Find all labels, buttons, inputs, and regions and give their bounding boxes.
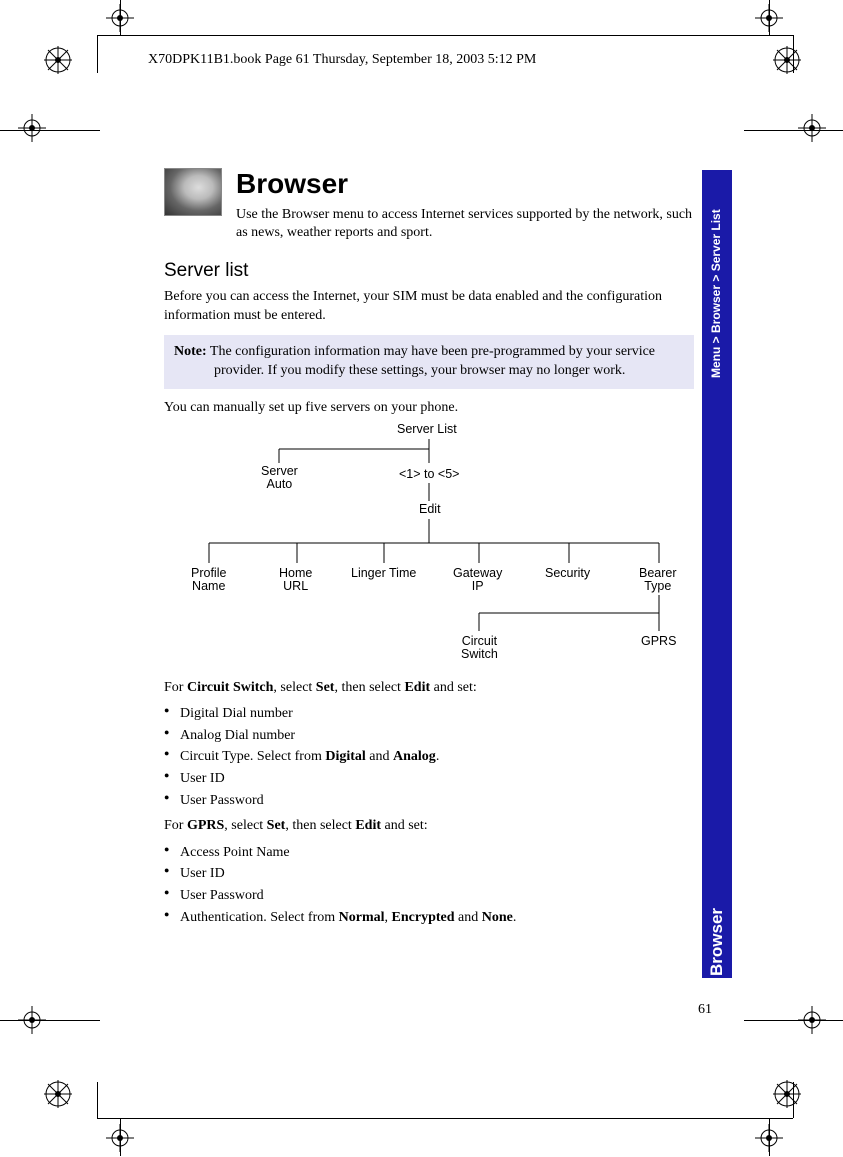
note-prefix: Note: <box>174 344 207 359</box>
page-number: 61 <box>698 1002 712 1018</box>
body-paragraph: You can manually set up five servers on … <box>164 399 694 417</box>
list-item: Circuit Type. Select from Digital and An… <box>164 746 694 768</box>
list-item: Digital Dial number <box>164 703 694 725</box>
crop-target-icon <box>18 1006 46 1034</box>
body-paragraph: Before you can access the Internet, your… <box>164 288 694 324</box>
browser-thumbnail-icon <box>164 168 222 216</box>
side-section-label: Browser <box>707 908 727 976</box>
diagram-leaf-profile-name: Profile Name <box>191 567 226 595</box>
list-item: Authentication. Select from Normal, Encr… <box>164 907 694 929</box>
circuit-switch-intro: For Circuit Switch, select Set, then sel… <box>164 679 694 697</box>
page-title: Browser <box>236 168 694 200</box>
registration-mark-icon <box>44 46 72 74</box>
list-item: User ID <box>164 768 694 790</box>
crop-target-icon <box>798 1006 826 1034</box>
diagram-node-server-auto: Server Auto <box>261 465 298 493</box>
note-body-text: The configuration information may have b… <box>207 344 655 378</box>
registration-mark-icon <box>44 1080 72 1108</box>
diagram-leaf-security: Security <box>545 567 590 581</box>
diagram-node-range: <1> to <5> <box>399 468 459 482</box>
diagram-sub-gprs: GPRS <box>641 635 676 649</box>
registration-mark-icon <box>773 46 801 74</box>
diagram-leaf-linger-time: Linger Time <box>351 567 416 581</box>
header-rule <box>97 1082 98 1118</box>
crop-line <box>0 130 100 131</box>
diagram-leaf-home-url: Home URL <box>279 567 312 595</box>
note-box: Note: The configuration information may … <box>164 335 694 389</box>
side-tab: Menu > Browser > Server List Browser <box>702 170 732 978</box>
crop-target-icon <box>106 4 134 32</box>
crop-target-icon <box>106 1124 134 1152</box>
crop-target-icon <box>18 114 46 142</box>
list-item: User Password <box>164 885 694 907</box>
crop-line <box>0 1020 100 1021</box>
diagram-node-root: Server List <box>397 423 457 437</box>
framemaker-header: X70DPK11B1.book Page 61 Thursday, Septem… <box>148 52 536 68</box>
header-rule <box>97 35 98 73</box>
menu-tree-diagram: Server List Server Auto <1> to <5> Edit … <box>179 423 679 673</box>
diagram-lines <box>179 423 679 673</box>
crop-line <box>744 130 843 131</box>
header-rule <box>97 1118 793 1119</box>
crop-target-icon <box>755 4 783 32</box>
gprs-list: Access Point Name User ID User Password … <box>164 842 694 929</box>
circuit-switch-list: Digital Dial number Analog Dial number C… <box>164 703 694 811</box>
registration-mark-icon <box>773 1080 801 1108</box>
crop-line <box>744 1020 843 1021</box>
diagram-sub-circuit-switch: Circuit Switch <box>461 635 498 663</box>
gprs-intro: For GPRS, select Set, then select Edit a… <box>164 817 694 835</box>
header-rule <box>97 35 793 36</box>
list-item: Analog Dial number <box>164 725 694 747</box>
breadcrumb: Menu > Browser > Server List <box>709 209 723 378</box>
diagram-leaf-bearer-type: Bearer Type <box>639 567 677 595</box>
section-heading-server-list: Server list <box>164 260 694 282</box>
intro-text: Use the Browser menu to access Internet … <box>236 206 694 242</box>
page-content: Browser Use the Browser menu to access I… <box>164 168 694 978</box>
diagram-leaf-gateway-ip: Gateway IP <box>453 567 502 595</box>
list-item: User Password <box>164 790 694 812</box>
list-item: Access Point Name <box>164 842 694 864</box>
crop-target-icon <box>755 1124 783 1152</box>
list-item: User ID <box>164 863 694 885</box>
diagram-node-edit: Edit <box>419 503 441 517</box>
crop-target-icon <box>798 114 826 142</box>
